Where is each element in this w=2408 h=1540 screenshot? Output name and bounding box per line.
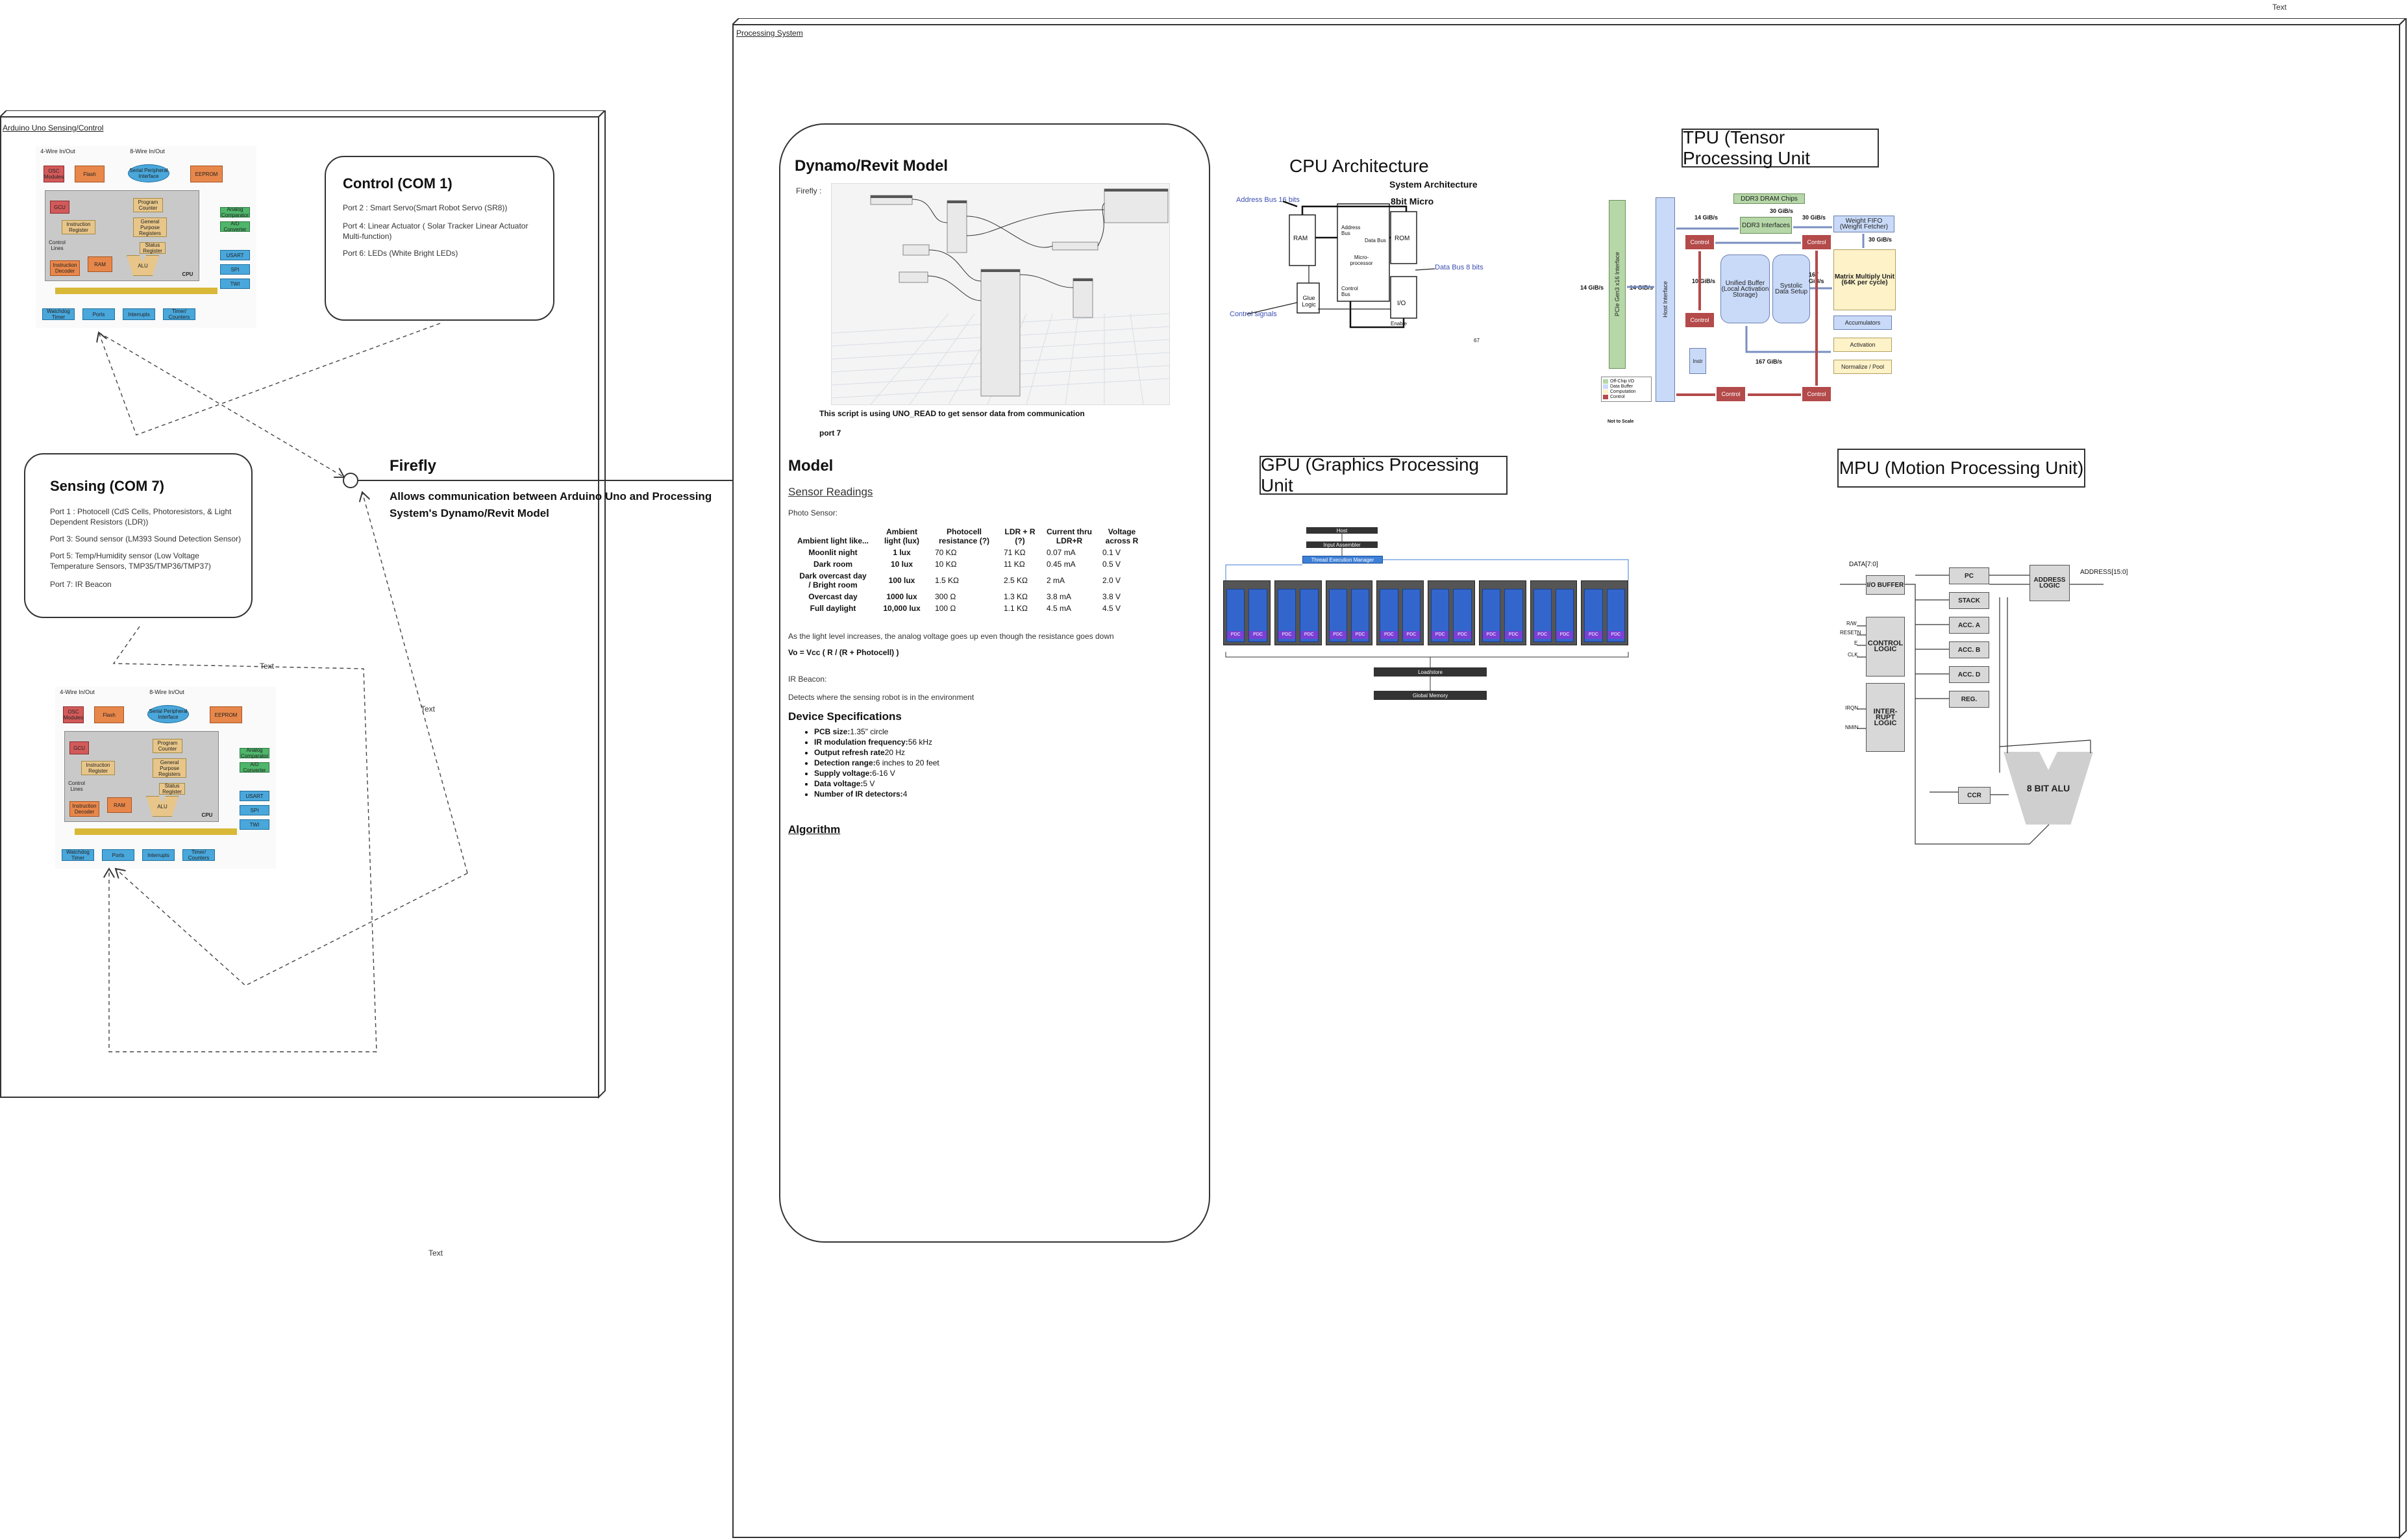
model-title: Model (788, 457, 834, 475)
table-cell: Overcast day (808, 592, 858, 601)
table-cell: 2 mA (1047, 576, 1065, 585)
table-cell: 100 lux (888, 576, 915, 585)
table-cell: Full daylight (810, 604, 856, 613)
table-cell: 3.8 mA (1047, 592, 1072, 601)
table-row: Moonlit night 1 lux 70 KΩ 71 KΩ 0.07 mA … (792, 547, 1147, 558)
table-cell: Dark overcast day / Bright room (799, 571, 867, 590)
cpu-address-bus-inner: Address Bus (1341, 225, 1361, 236)
table-cell: 4.5 mA (1047, 604, 1072, 613)
list-item: Data voltage:5 V (814, 779, 939, 788)
mpu-title: MPU (Motion Processing Unit) (1839, 458, 2084, 478)
table-cell: 1.5 KΩ (935, 576, 959, 585)
cpu-control-bus-label: Control Bus (1341, 286, 1358, 297)
cpu-glue-label: Glue Logic (1302, 295, 1316, 308)
table-cell: 0.1 V (1102, 548, 1121, 557)
table-cell: 3.8 V (1102, 592, 1121, 601)
list-item: Number of IR detectors:4 (814, 789, 939, 799)
table-cell: Dark room (813, 560, 853, 569)
table-cell: 71 KΩ (1004, 548, 1026, 557)
firefly-port-circle (343, 473, 358, 488)
cpu-page-number: 67 (1474, 338, 1480, 343)
table-cell: 2.5 KΩ (1004, 576, 1028, 585)
processing-panel-title: Processing System (736, 29, 803, 38)
cpu-io-label: I/O (1397, 300, 1406, 307)
table-cell: 10,000 lux (883, 604, 921, 613)
gpu-block-diagram: Host Input Assembler Thread Execution Ma… (1221, 525, 1636, 704)
photo-sensor-table: Ambient light like... Ambient light (lux… (792, 526, 1147, 614)
list-item: Output refresh rate20 Hz (814, 748, 939, 757)
table-row: Overcast day 1000 lux 300 Ω 1.3 KΩ 3.8 m… (792, 591, 1147, 602)
table-cell: 0.45 mA (1047, 560, 1076, 569)
cpu-rom-label: ROM (1395, 235, 1410, 242)
mpu-title-box: MPU (Motion Processing Unit) (1837, 449, 2085, 488)
table-cell: Moonlit night (808, 548, 858, 557)
table-cell: 70 KΩ (935, 548, 957, 557)
table-header-row: Ambient light like... Ambient light (lux… (792, 526, 1147, 547)
tpu-block-diagram: DDR3 DRAM Chips DDR3 Interfaces Weight F… (1578, 190, 1896, 424)
floating-text-1: Text (260, 662, 275, 671)
device-specs-list: PCB size:1.35" circle IR modulation freq… (788, 726, 939, 800)
tpu-arrows (1627, 226, 1865, 396)
dynamo-canvas-image[interactable] (831, 183, 1170, 405)
dynamo-title: Dynamo/Revit Model (795, 157, 949, 175)
table-cell: 1.1 KΩ (1004, 604, 1028, 613)
floating-text-2: Text (421, 704, 436, 714)
gpu-title: GPU (Graphics Processing Unit (1261, 454, 1480, 495)
firefly-description: Allows communication between Arduino Uno… (390, 490, 712, 519)
firefly-label: Firefly : (796, 186, 822, 195)
ir-beacon-description: Detects where the sensing robot is in th… (788, 693, 974, 702)
table-row: Dark overcast day / Bright room 100 lux … (792, 570, 1147, 591)
corner-text: Text (2272, 3, 2287, 12)
list-item: Supply voltage:6-16 V (814, 769, 939, 778)
ir-beacon-label: IR Beacon: (788, 675, 827, 684)
table-cell: 2.0 V (1102, 576, 1121, 585)
table-header: Current thru LDR+R (1047, 527, 1092, 545)
table-cell: 10 lux (890, 560, 913, 569)
table-cell: 300 Ω (935, 592, 956, 601)
bottom-text: Text (428, 1248, 443, 1258)
gpu-title-box: GPU (Graphics Processing Unit (1260, 454, 1508, 495)
table-cell: 0.07 mA (1047, 548, 1076, 557)
list-item: IR modulation frequency:56 kHz (814, 738, 939, 747)
table-header: Voltage across R (1105, 527, 1139, 545)
table-cell: 1000 lux (886, 592, 917, 601)
photo-sensor-note: As the light level increases, the analog… (788, 632, 1114, 641)
table-cell: 100 Ω (935, 604, 956, 613)
cpu-data-bus-inner: Data Bus (1365, 238, 1386, 243)
dynamo-script-note-2: port 7 (819, 428, 841, 438)
table-row: Dark room 10 lux 10 KΩ 11 KΩ 0.45 mA 0.5… (792, 558, 1147, 570)
table-row: Full daylight 10,000 lux 100 Ω 1.1 KΩ 4.… (792, 602, 1147, 614)
tpu-title-box: TPU (Tensor Processing Unit (1682, 127, 1879, 168)
photo-sensor-formula: Vo = Vcc ( R / (R + Photocell) ) (788, 648, 899, 657)
sensor-readings-link[interactable]: Sensor Readings (788, 486, 873, 499)
cpu-schematic (1246, 200, 1465, 337)
algorithm-link[interactable]: Algorithm (788, 823, 840, 836)
gpu-lines (1225, 534, 1629, 691)
table-header: Ambient light like... (797, 536, 869, 545)
mpu-block-diagram: DATA[7:0] ADDRESS[15:0] I/O BUFFER CONTR… (1837, 558, 2136, 851)
table-cell: 4.5 V (1102, 604, 1121, 613)
table-cell: 1 lux (893, 548, 911, 557)
table-cell: 11 KΩ (1004, 560, 1025, 569)
cpu-enable-label: Enable (1391, 321, 1407, 327)
device-specs-title: Device Specifications (788, 710, 902, 723)
cpu-ram-label: RAM (1293, 235, 1308, 242)
dynamo-grid-svg (831, 188, 1170, 405)
firefly-title: Firefly (390, 457, 437, 475)
table-header: Ambient light (lux) (884, 527, 919, 545)
table-cell: 10 KΩ (935, 560, 957, 569)
table-header: Photocell resistance (?) (938, 527, 990, 545)
mpu-wires (1840, 575, 2104, 845)
dynamo-script-note-1: This script is using UNO_READ to get sen… (819, 409, 1085, 418)
table-header: LDR + R (?) (1004, 527, 1036, 545)
list-item: PCB size:1.35" circle (814, 727, 939, 736)
table-cell: 1.3 KΩ (1004, 592, 1028, 601)
tpu-title: TPU (Tensor Processing Unit (1683, 127, 1811, 168)
table-cell: 0.5 V (1102, 560, 1121, 569)
cpu-architecture-diagram: CPU Architecture System Architecture 8bi… (1221, 147, 1493, 348)
cpu-microprocessor-label: Micro-processor (1350, 255, 1373, 266)
list-item: Detection range:6 inches to 20 feet (814, 758, 939, 767)
connector-lines (0, 323, 732, 1052)
photo-sensor-label: Photo Sensor: (788, 508, 838, 517)
